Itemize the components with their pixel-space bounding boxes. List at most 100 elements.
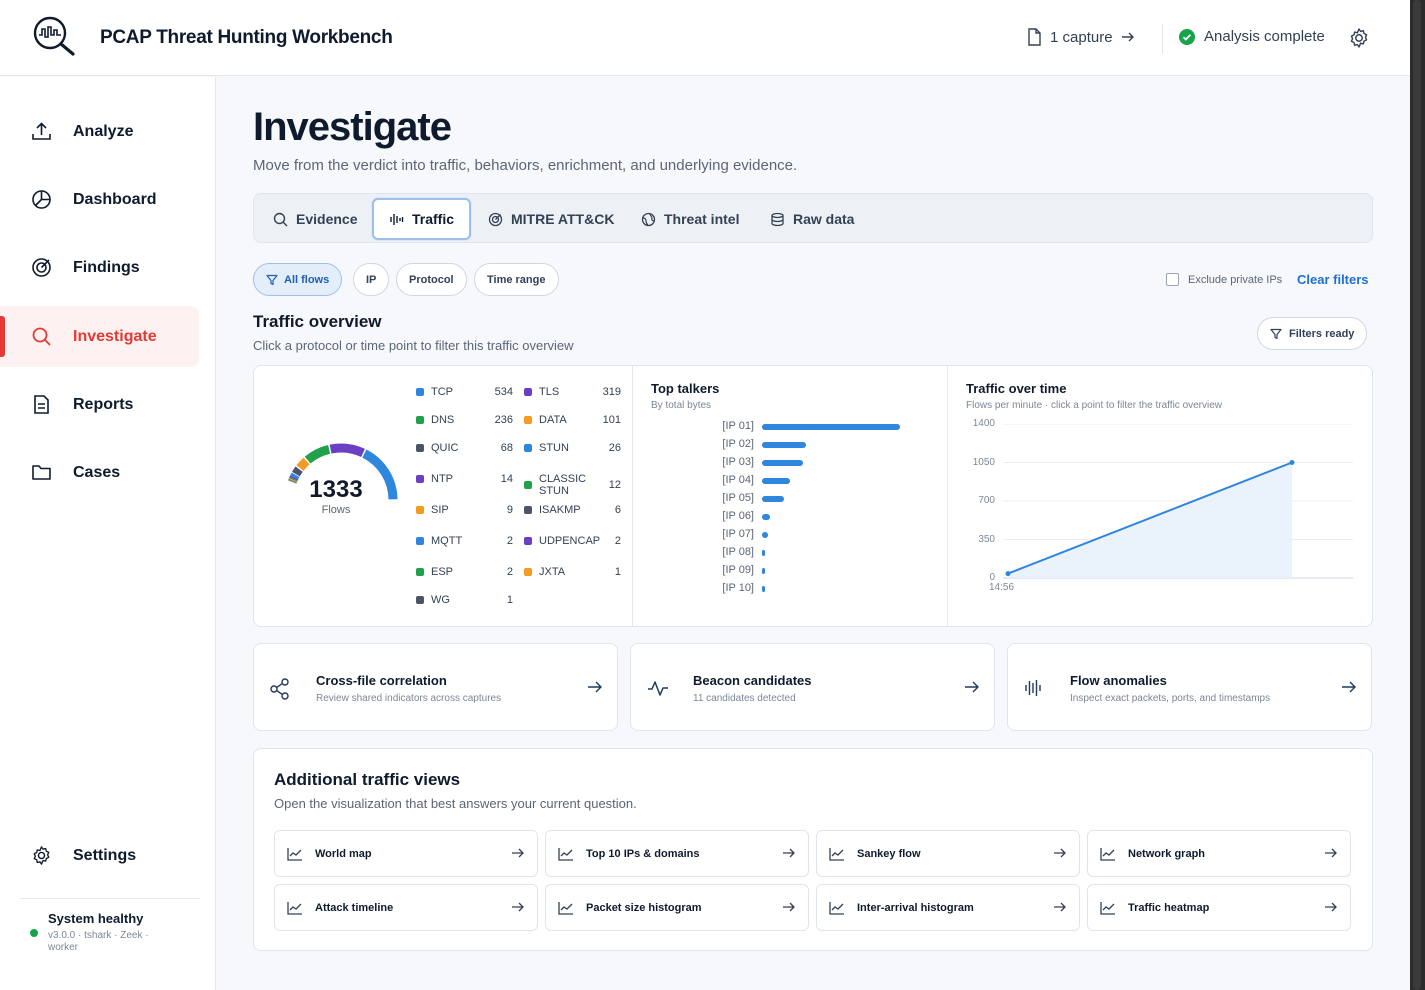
talker-bar[interactable]: [762, 496, 785, 502]
view-sankey-flow-button[interactable]: Sankey flow: [816, 830, 1080, 877]
tab-mitre-attack[interactable]: MITRE ATT&CK: [473, 198, 629, 240]
legend-item-mqtt[interactable]: MQTT 2: [416, 535, 513, 547]
talker-bar[interactable]: [762, 514, 771, 520]
sidebar-item-investigate[interactable]: Investigate: [0, 306, 199, 367]
sidebar-item-reports[interactable]: Reports: [0, 374, 199, 435]
sidebar-item-cases[interactable]: Cases: [0, 442, 199, 503]
legend-item-data[interactable]: DATA 101: [524, 414, 621, 426]
view-network-graph-button[interactable]: Network graph: [1087, 830, 1351, 877]
legend-swatch: [524, 416, 532, 424]
legend-item-classic-stun[interactable]: CLASSIC STUN 12: [524, 473, 621, 497]
talker-bar[interactable]: [762, 532, 768, 538]
gauge-segment-quic[interactable]: [291, 466, 303, 477]
data-point[interactable]: [1005, 571, 1011, 577]
sidebar-item-settings[interactable]: Settings: [0, 825, 199, 886]
checkbox-label: Exclude private IPs: [1188, 273, 1283, 286]
sidebar-item-analyze[interactable]: Analyze: [0, 101, 199, 162]
talker-bar[interactable]: [762, 460, 804, 466]
data-point[interactable]: [1289, 460, 1295, 465]
top-talkers-title: Top talkers: [651, 381, 720, 396]
view-inter-arrival-histogram-button[interactable]: Inter-arrival histogram: [816, 884, 1080, 931]
legend-item-stun[interactable]: STUN 26: [524, 442, 621, 454]
tab-raw-data[interactable]: Raw data: [755, 198, 869, 240]
legend-label: CLASSIC STUN: [539, 473, 587, 497]
y-axis-tick: 1400: [972, 418, 995, 429]
gauge-segment-tls[interactable]: [329, 443, 365, 458]
legend-item-sip[interactable]: SIP 9: [416, 504, 513, 516]
additional-views-subtitle: Open the visualization that best answers…: [274, 796, 637, 811]
legend-count: 2: [614, 535, 621, 547]
sidebar-item-label: Findings: [73, 258, 140, 276]
traffic-over-time-chart[interactable]: [1003, 424, 1353, 582]
action-title: Flow anomalies: [1070, 673, 1167, 688]
view-label: Attack timeline: [315, 901, 394, 914]
legend-swatch: [416, 388, 424, 396]
tab-label: MITRE ATT&CK: [511, 211, 615, 227]
cross-file-correlation-card[interactable]: Cross-file correlation Review shared ind…: [253, 643, 618, 731]
y-axis-tick: 350: [978, 533, 995, 545]
legend-count: 9: [506, 504, 513, 516]
gauge-segment-classic-stun[interactable]: [288, 476, 298, 482]
legend-item-isakmp[interactable]: ISAKMP 6: [524, 504, 621, 516]
y-axis-tick: 1050: [972, 456, 995, 468]
flow-anomalies-card[interactable]: Flow anomalies Inspect exact packets, po…: [1007, 643, 1372, 731]
sidebar-item-label: Reports: [73, 395, 134, 413]
legend-item-tcp[interactable]: TCP 534: [416, 386, 513, 398]
filter-chip-protocol[interactable]: Protocol: [396, 263, 467, 296]
filters-ready-button[interactable]: Filters ready: [1257, 317, 1368, 350]
view-traffic-heatmap-button[interactable]: Traffic heatmap: [1087, 884, 1351, 931]
talker-bar[interactable]: [762, 550, 766, 556]
legend-item-wg[interactable]: WG 1: [416, 594, 513, 606]
legend-item-tls[interactable]: TLS 319: [524, 386, 621, 398]
capture-link[interactable]: 1 capture: [1026, 28, 1135, 46]
arrow-right-icon: [964, 680, 980, 694]
window-scrollbar[interactable]: [1410, 0, 1425, 990]
checkbox-box[interactable]: [1166, 273, 1179, 286]
talker-bar[interactable]: [762, 478, 790, 484]
action-subtitle: Inspect exact packets, ports, and timest…: [1070, 693, 1271, 704]
talker-label: [IP 06]: [722, 510, 754, 522]
filter-chip-all-flows[interactable]: All flows: [253, 263, 343, 296]
talker-label: [IP 05]: [722, 492, 754, 504]
legend-item-ntp[interactable]: NTP 14: [416, 473, 513, 485]
target-icon: [488, 212, 503, 227]
clear-filters-link[interactable]: Clear filters: [1297, 272, 1369, 287]
beacon-candidates-card[interactable]: Beacon candidates 11 candidates detected: [630, 643, 995, 731]
tab-evidence[interactable]: Evidence: [258, 198, 372, 240]
talker-bar[interactable]: [762, 442, 807, 448]
talker-bar[interactable]: [762, 586, 765, 592]
talker-bar[interactable]: [762, 424, 900, 430]
legend-item-quic[interactable]: QUIC 68: [416, 442, 513, 454]
legend-item-dns[interactable]: DNS 236: [416, 414, 513, 426]
sidebar-item-findings[interactable]: Findings: [0, 237, 199, 298]
legend-swatch: [416, 416, 424, 424]
legend-count: 1: [506, 594, 513, 606]
system-status-dot: [30, 929, 38, 937]
settings-gear-icon[interactable]: [1348, 27, 1370, 49]
gauge-segment-dns[interactable]: [304, 444, 331, 464]
legend-item-jxta[interactable]: JXTA 1: [524, 566, 621, 578]
tab-threat-intel[interactable]: Threat intel: [626, 198, 754, 240]
gauge-segment-data[interactable]: [296, 457, 310, 471]
tab-label: Traffic: [412, 211, 455, 227]
talker-label: [IP 04]: [722, 474, 754, 486]
y-axis-tick: 700: [978, 495, 995, 506]
filter-chip-ip[interactable]: IP: [353, 263, 390, 296]
legend-item-udpencap[interactable]: UDPENCAP 2: [524, 535, 621, 547]
line-chart-icon: [1100, 847, 1116, 861]
legend-label: MQTT: [431, 535, 463, 547]
filter-icon: [266, 274, 278, 286]
filter-chip-time-range[interactable]: Time range: [474, 263, 559, 296]
analysis-status: Analysis complete: [1179, 28, 1325, 45]
exclude-private-ips-checkbox[interactable]: Exclude private IPs: [1166, 273, 1282, 286]
sidebar-item-dashboard[interactable]: Dashboard: [0, 169, 199, 230]
view-world-map-button[interactable]: World map: [274, 830, 538, 877]
tab-traffic[interactable]: Traffic: [372, 198, 472, 240]
view-attack-timeline-button[interactable]: Attack timeline: [274, 884, 538, 931]
talker-bar[interactable]: [762, 568, 765, 574]
database-icon: [770, 212, 785, 227]
legend-item-esp[interactable]: ESP 2: [416, 566, 513, 578]
filter-icon: [1270, 328, 1282, 340]
view-packet-size-histogram-button[interactable]: Packet size histogram: [545, 884, 809, 931]
view-top-10-ips-domains-button[interactable]: Top 10 IPs & domains: [545, 830, 809, 877]
